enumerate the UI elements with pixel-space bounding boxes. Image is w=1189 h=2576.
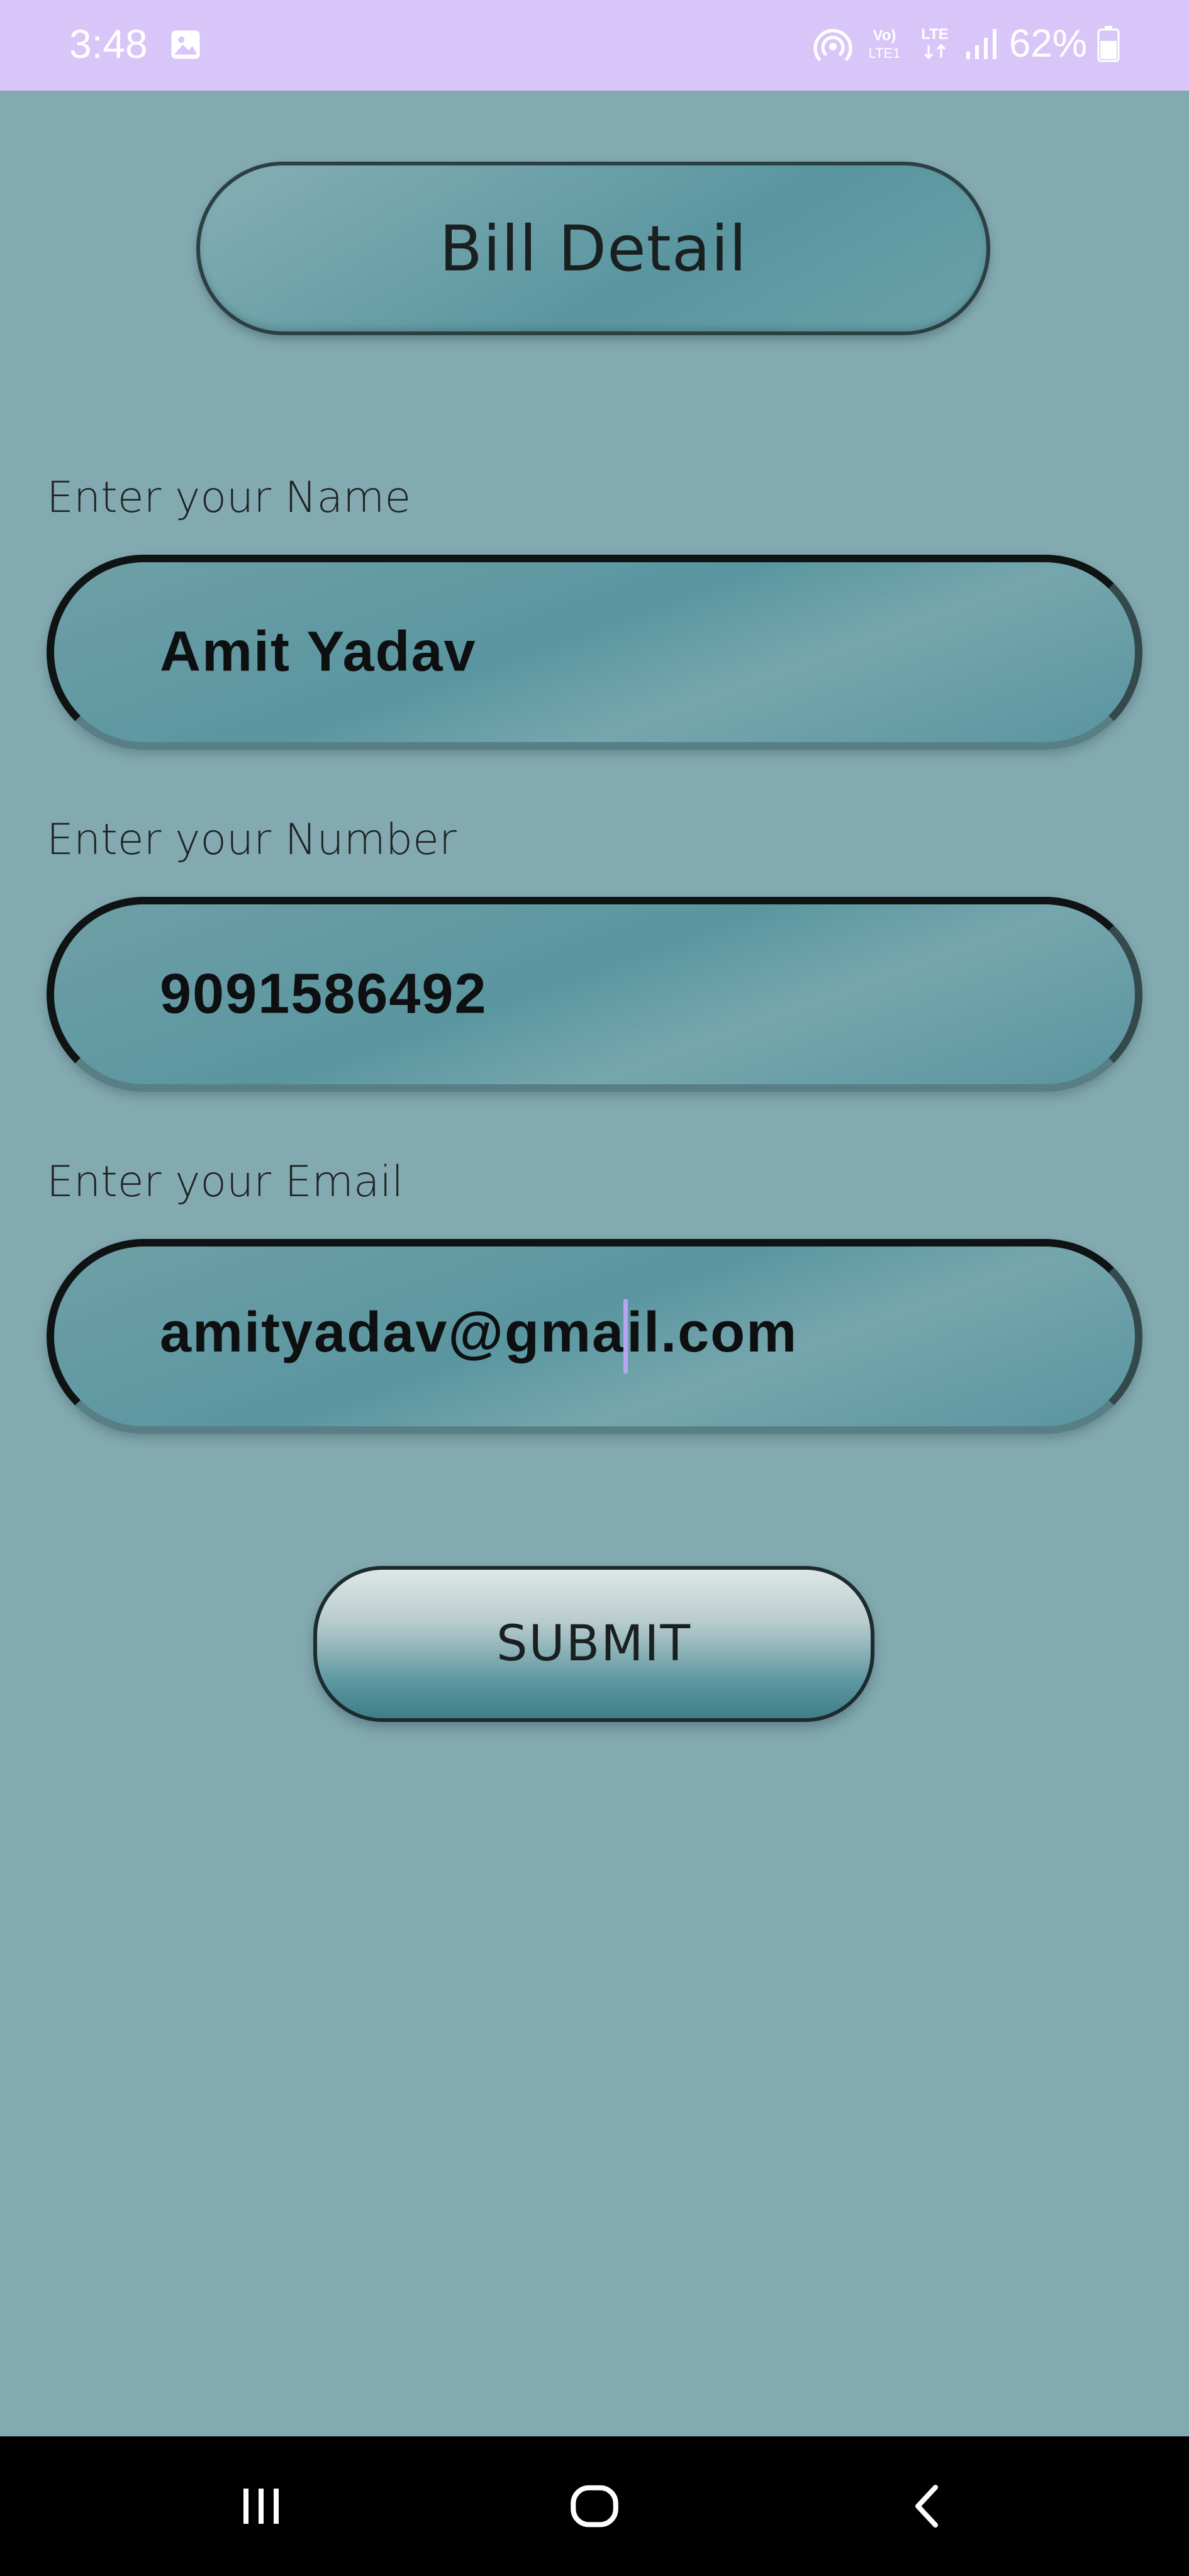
- home-icon: [571, 2485, 618, 2528]
- lte-icon: LTE: [921, 26, 949, 60]
- battery-icon: [1097, 26, 1120, 62]
- email-field-value: amityadav@gmail.com: [160, 1299, 798, 1374]
- email-text-after-cursor: il.com: [627, 1301, 798, 1364]
- number-field-value: 9091586492: [160, 962, 488, 1026]
- gallery-icon: [171, 30, 200, 59]
- volte-icon: Vo) LTE1: [868, 27, 900, 61]
- status-icons: Vo) LTE1 LTE 62%: [801, 19, 1120, 69]
- email-text-before-cursor: amityadav@gma: [160, 1301, 625, 1364]
- number-field[interactable]: 9091586492: [47, 897, 1142, 1092]
- back-button[interactable]: [893, 2472, 963, 2541]
- recents-button[interactable]: [226, 2472, 296, 2541]
- bill-detail-screen: 3:48 Vo) LTE1 LTE 62% Bill Detail Enter …: [0, 0, 1189, 2576]
- signal-icon: [966, 29, 996, 59]
- name-label: Enter your Name: [47, 473, 411, 523]
- submit-button[interactable]: SUBMIT: [313, 1566, 874, 1722]
- page-title-container: Bill Detail: [196, 162, 990, 335]
- status-time: 3:48: [69, 21, 148, 67]
- email-field[interactable]: amityadav@gmail.com: [47, 1239, 1142, 1434]
- svg-text:LTE: LTE: [921, 26, 949, 43]
- hotspot-icon: [813, 29, 852, 61]
- name-field-value: Amit Yadav: [160, 620, 477, 684]
- back-icon: [915, 2485, 938, 2528]
- submit-button-label: SUBMIT: [496, 1616, 692, 1672]
- recents-icon: [243, 2489, 279, 2524]
- number-label: Enter your Number: [47, 815, 457, 865]
- name-field[interactable]: Amit Yadav: [47, 555, 1142, 750]
- svg-text:Vo): Vo): [873, 27, 896, 44]
- status-bar: 3:48 Vo) LTE1 LTE 62%: [0, 0, 1189, 91]
- navigation-bar: [0, 2436, 1189, 2576]
- svg-text:LTE1: LTE1: [868, 45, 900, 61]
- home-button[interactable]: [560, 2472, 629, 2541]
- battery-percentage: 62%: [1008, 22, 1087, 65]
- page-title: Bill Detail: [439, 211, 747, 286]
- email-label: Enter your Email: [47, 1157, 404, 1207]
